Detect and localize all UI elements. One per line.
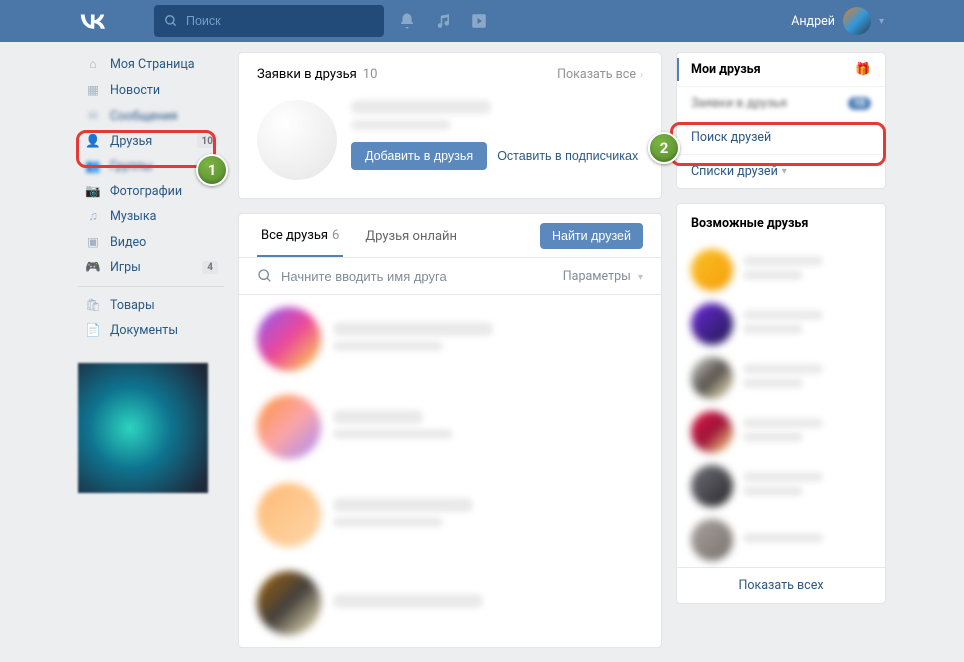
play-icon[interactable] [470,12,488,30]
tab-all-friends[interactable]: Все друзья6 [257,214,343,257]
divider [78,286,224,287]
news-icon: ▦ [84,82,102,98]
friend-row[interactable] [239,383,661,471]
bag-icon: 🛍 [84,298,102,313]
possible-friend-row[interactable] [677,243,885,297]
request-avatar[interactable] [257,100,337,180]
user-menu[interactable]: Андрей ▾ [791,7,884,35]
friend-search-input[interactable] [281,269,563,284]
requests-count: 10 [363,67,378,82]
params-link[interactable]: Параметры ▾ [563,269,643,284]
leave-subscriber-button[interactable]: Оставить в подписчиках [497,149,638,163]
requests-card: Заявки в друзья 10 Показать все› Добавит… [238,52,662,199]
friend-row[interactable] [239,559,661,647]
bell-icon[interactable] [398,12,416,30]
friend-row[interactable] [239,471,661,559]
chevron-right-icon: › [640,70,643,81]
gamepad-icon: 🎮 [84,260,102,275]
doc-icon: 📄 [84,323,102,338]
music-note-icon: ♫ [84,209,102,224]
home-icon: ⌂ [84,57,102,72]
possible-friend-row[interactable] [677,459,885,513]
sidebar-item-feed[interactable]: ▦Новости [78,77,224,103]
header-search[interactable] [154,5,384,37]
step-marker-2: 2 [648,132,680,164]
possible-friend-row[interactable] [677,297,885,351]
friends-badge: 10 [197,135,218,148]
sidebar-item-video[interactable]: ▣Видео [78,229,224,255]
group-icon: 👥 [84,159,102,174]
requests-badge: 10 [848,97,871,110]
sidebar-item-docs[interactable]: 📄Документы [78,318,224,343]
friend-row[interactable] [239,295,661,383]
possible-friend-row[interactable] [677,405,885,459]
sidebar-item-games[interactable]: 🎮Игры4 [78,255,224,280]
step-marker-1: 1 [196,154,228,186]
rmenu-my-friends[interactable]: Мои друзья🎁 [677,53,885,87]
sidebar: ⌂Моя Страница ▦Новости ✉Сообщения 👤Друзь… [78,52,224,662]
video-icon: ▣ [84,234,102,250]
add-friend-button[interactable]: Добавить в друзья [351,142,487,170]
user-icon: 👤 [84,134,102,149]
chevron-down-icon: ▾ [782,166,787,177]
camera-icon: 📷 [84,184,102,199]
sidebar-item-my-page[interactable]: ⌂Моя Страница [78,52,224,77]
rmenu-friend-lists[interactable]: Списки друзей ▾ [677,155,885,188]
show-all-link[interactable]: Показать все› [557,67,643,82]
sidebar-banner[interactable] [78,363,208,493]
main-column: Заявки в друзья 10 Показать все› Добавит… [238,52,662,662]
avatar [843,7,871,35]
chevron-down-icon: ▾ [879,16,884,27]
show-all-possible[interactable]: Показать всех [677,567,885,603]
friend-avatar [257,395,321,459]
friend-avatar [257,571,321,635]
friend-avatar [257,307,321,371]
blurred-name [351,100,491,114]
tab-online-friends[interactable]: Друзья онлайн [361,215,461,256]
chevron-down-icon: ▾ [638,272,643,283]
requests-title: Заявки в друзья [257,67,357,82]
header: Андрей ▾ [0,0,964,42]
possible-friend-row[interactable] [677,513,885,567]
msg-icon: ✉ [84,108,102,124]
header-icons [398,12,488,30]
sidebar-item-messages[interactable]: ✉Сообщения [78,103,224,129]
right-column: Мои друзья🎁 Заявки в друзья10 Поиск друз… [676,52,886,662]
vk-logo[interactable] [80,13,106,29]
rmenu-search-friends[interactable]: Поиск друзей [677,121,885,155]
possible-title: Возможные друзья [677,204,885,243]
possible-friends-card: Возможные друзья Показать всех [676,203,886,604]
sidebar-item-market[interactable]: 🛍Товары [78,293,224,318]
sidebar-item-music[interactable]: ♫Музыка [78,204,224,229]
gift-icon[interactable]: 🎁 [855,62,871,77]
search-input[interactable] [186,14,347,28]
friend-avatar [257,483,321,547]
blurred-meta [351,120,451,130]
rmenu-requests[interactable]: Заявки в друзья10 [677,87,885,121]
right-menu: Мои друзья🎁 Заявки в друзья10 Поиск друз… [676,52,886,189]
username: Андрей [791,14,835,29]
find-friends-button[interactable]: Найти друзей [540,223,643,249]
games-badge: 4 [202,261,218,274]
friends-card: Все друзья6 Друзья онлайн Найти друзей П… [238,213,662,648]
possible-friend-row[interactable] [677,351,885,405]
sidebar-item-friends[interactable]: 👤Друзья10 [78,129,224,154]
music-icon[interactable] [434,12,452,30]
